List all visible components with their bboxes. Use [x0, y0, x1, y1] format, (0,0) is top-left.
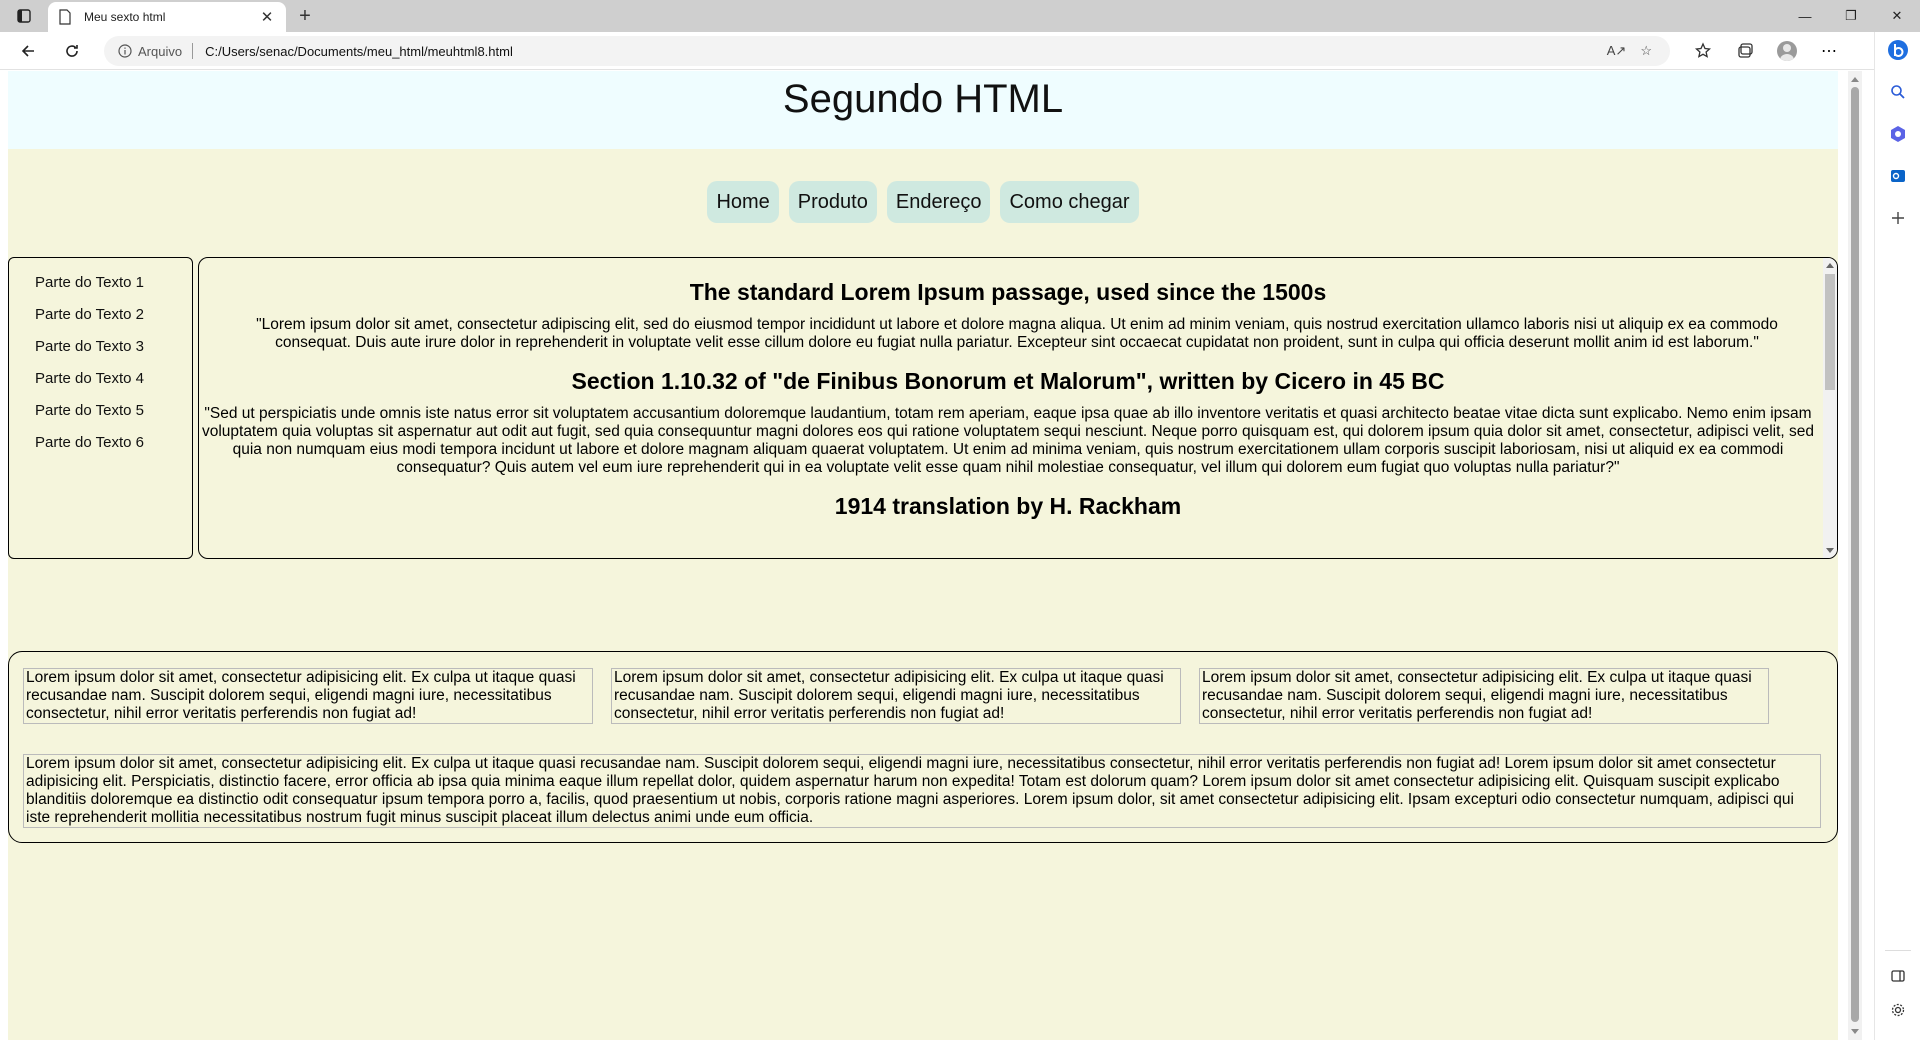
- document-icon: [59, 9, 71, 25]
- page-scrollbar[interactable]: [1848, 71, 1862, 1040]
- close-tab-icon[interactable]: ✕: [258, 8, 276, 26]
- scroll-up-icon[interactable]: [1826, 263, 1834, 268]
- main-nav: Home Produto Endereço Como chegar: [8, 181, 1838, 223]
- address-bar-actions: A↗ ☆: [1607, 36, 1652, 66]
- office-icon[interactable]: [1884, 120, 1912, 148]
- address-bar[interactable]: Arquivo C:/Users/senac/Documents/meu_htm…: [104, 36, 1670, 66]
- nav-link-produto[interactable]: Produto: [788, 181, 877, 223]
- page-body: Home Produto Endereço Como chegar Parte …: [8, 149, 1838, 1040]
- content-scrollbar[interactable]: [1823, 258, 1837, 558]
- info-icon[interactable]: [118, 44, 132, 58]
- window-controls: — ❐ ✕: [1782, 0, 1920, 32]
- section-heading-3: 1914 translation by H. Rackham: [834, 493, 1182, 519]
- divider: [192, 43, 194, 59]
- sidebar-link-3[interactable]: Parte do Texto 3: [35, 338, 144, 355]
- browser-tab-bar: Meu sexto html ✕ + — ❐ ✕: [0, 0, 1920, 32]
- sidebar-link-2[interactable]: Parte do Texto 2: [35, 306, 144, 323]
- sidebar-panel: Parte do Texto 1 Parte do Texto 2 Parte …: [8, 257, 193, 559]
- more-options-icon[interactable]: ⋯: [1816, 38, 1842, 64]
- page-viewport: Segundo HTML Home Produto Endereço Como …: [0, 71, 1848, 1040]
- sidebar-link-4[interactable]: Parte do Texto 4: [35, 370, 144, 387]
- divider: [1885, 950, 1911, 951]
- browser-tab[interactable]: Meu sexto html ✕: [48, 2, 286, 32]
- main-content-panel[interactable]: The standard Lorem Ipsum passage, used s…: [198, 257, 1838, 559]
- settings-gear-icon[interactable]: [1884, 996, 1912, 1024]
- nav-link-endereco[interactable]: Endereço: [886, 181, 991, 223]
- back-icon[interactable]: [14, 38, 42, 64]
- sidebar-link-6[interactable]: Parte do Texto 6: [35, 434, 144, 451]
- sidebar-link-5[interactable]: Parte do Texto 5: [35, 402, 144, 419]
- minimize-icon[interactable]: —: [1782, 0, 1828, 32]
- hide-sidebar-icon[interactable]: [1884, 962, 1912, 990]
- sidebar-link-1[interactable]: Parte do Texto 1: [35, 274, 144, 291]
- cards-section: Lorem ipsum dolor sit amet, consectetur …: [8, 651, 1838, 843]
- avatar-icon: [1777, 41, 1797, 61]
- favorites-icon[interactable]: [1690, 38, 1716, 64]
- scroll-thumb[interactable]: [1851, 87, 1859, 1022]
- close-window-icon[interactable]: ✕: [1874, 0, 1920, 32]
- section-paragraph-1: "Lorem ipsum dolor sit amet, consectetur…: [256, 316, 1778, 351]
- scroll-up-icon[interactable]: [1851, 77, 1859, 82]
- section-heading-1: The standard Lorem Ipsum passage, used s…: [689, 279, 1327, 305]
- url-text[interactable]: C:/Users/senac/Documents/meu_html/meuhtm…: [205, 44, 513, 59]
- add-favorite-icon[interactable]: ☆: [1640, 43, 1652, 59]
- browser-toolbar: Arquivo C:/Users/senac/Documents/meu_htm…: [0, 32, 1920, 70]
- collections-icon[interactable]: [1732, 38, 1758, 64]
- page-header: Segundo HTML: [8, 71, 1838, 149]
- wide-text-box: Lorem ipsum dolor sit amet, consectetur …: [23, 754, 1821, 828]
- profile-avatar[interactable]: [1774, 38, 1800, 64]
- new-tab-button[interactable]: +: [292, 4, 318, 28]
- page-title: Segundo HTML: [782, 77, 1064, 121]
- section-heading-2: Section 1.10.32 of "de Finibus Bonorum e…: [571, 368, 1445, 394]
- edge-sidebar: [1874, 32, 1920, 1040]
- nav-link-home[interactable]: Home: [707, 181, 779, 223]
- scroll-down-icon[interactable]: [1826, 548, 1834, 553]
- refresh-icon[interactable]: [58, 38, 86, 64]
- outlook-icon[interactable]: [1884, 162, 1912, 190]
- text-card-3: Lorem ipsum dolor sit amet, consectetur …: [1199, 668, 1769, 724]
- restore-icon[interactable]: ❐: [1828, 0, 1874, 32]
- section-paragraph-2: "Sed ut perspiciatis unde omnis iste nat…: [201, 405, 1815, 476]
- text-card-2: Lorem ipsum dolor sit amet, consectetur …: [611, 668, 1181, 724]
- search-icon[interactable]: [1884, 78, 1912, 106]
- main-content: The standard Lorem Ipsum passage, used s…: [199, 258, 1837, 520]
- copilot-icon[interactable]: [1884, 36, 1912, 64]
- toolbar-actions: ⋯: [1690, 38, 1842, 64]
- scroll-thumb[interactable]: [1825, 274, 1835, 390]
- tab-title: Meu sexto html: [84, 10, 166, 24]
- nav-link-como-chegar[interactable]: Como chegar: [1000, 181, 1139, 223]
- read-aloud-icon[interactable]: A↗: [1607, 43, 1627, 59]
- add-icon[interactable]: [1884, 204, 1912, 232]
- text-card-1: Lorem ipsum dolor sit amet, consectetur …: [23, 668, 593, 724]
- tab-actions-icon[interactable]: [10, 5, 38, 27]
- site-label: Arquivo: [138, 43, 183, 59]
- scroll-down-icon[interactable]: [1851, 1029, 1859, 1034]
